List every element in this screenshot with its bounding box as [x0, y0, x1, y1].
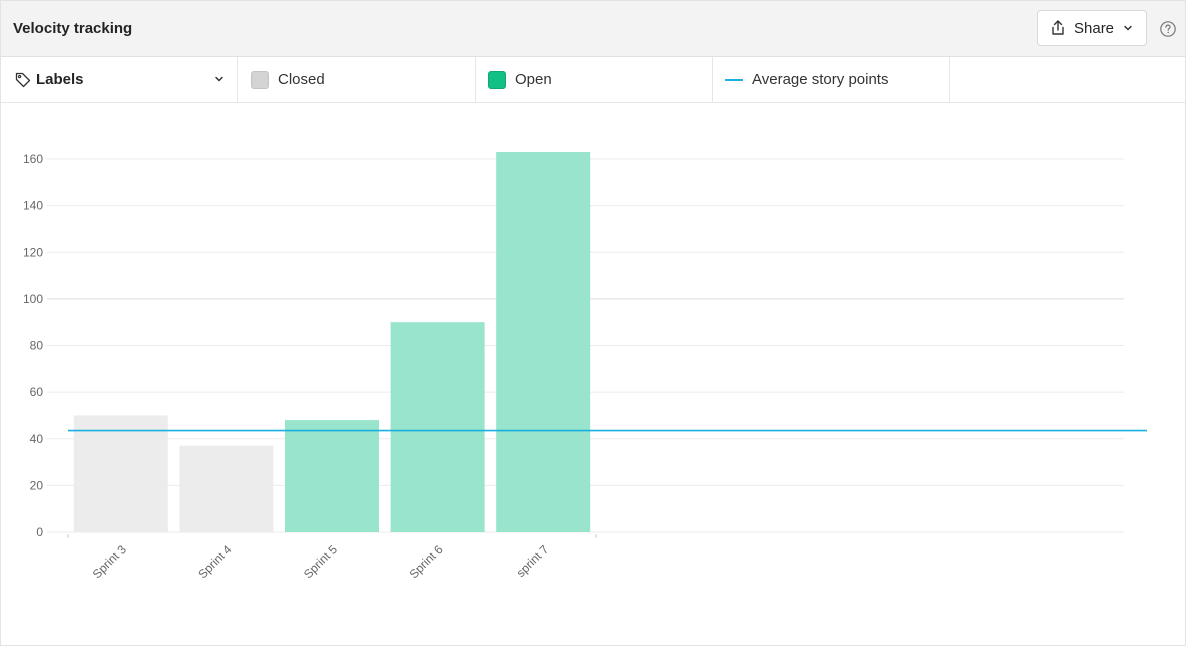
legend-bar: Labels Closed Open Average story points	[1, 57, 1185, 103]
y-tick-label: 80	[30, 339, 44, 353]
legend-item-closed[interactable]: Closed	[239, 57, 476, 102]
y-tick-label: 120	[23, 245, 43, 259]
share-icon	[1050, 20, 1066, 36]
y-tick-label: 160	[23, 152, 43, 166]
closed-swatch	[251, 70, 269, 89]
open-swatch	[488, 70, 506, 89]
legend-item-average[interactable]: Average story points	[713, 57, 950, 102]
legend-label-open: Open	[515, 71, 552, 88]
average-line-swatch	[725, 78, 743, 81]
legend-label-closed: Closed	[278, 71, 325, 88]
y-tick-label: 140	[23, 199, 43, 213]
velocity-chart: 0 20 40 60 80 100 120 140 160 Sprint 3 Sprint 4 Spr…	[23, 152, 1147, 581]
x-tick-label: Sprint 5	[301, 542, 340, 581]
x-tick-label: Sprint 6	[407, 542, 446, 581]
y-tick-label: 60	[30, 385, 44, 399]
bar-closed	[73, 415, 168, 532]
legend-item-open[interactable]: Open	[476, 57, 713, 102]
velocity-tracking-widget: Velocity tracking Share Labels Closed Op…	[0, 0, 1186, 646]
legend-label-average: Average story points	[752, 71, 889, 88]
y-tick-label: 40	[30, 432, 44, 446]
widget-header: Velocity tracking Share	[1, 1, 1185, 57]
share-button-label: Share	[1074, 19, 1115, 37]
y-tick-label: 100	[23, 292, 43, 306]
share-button[interactable]: Share	[1037, 10, 1147, 46]
bar-closed	[179, 445, 274, 532]
help-icon[interactable]	[1159, 20, 1177, 38]
bar-open	[496, 152, 591, 532]
y-tick-label: 0	[36, 525, 43, 539]
tag-icon	[14, 71, 32, 89]
x-tick-label: Sprint 4	[195, 542, 234, 581]
y-tick-label: 20	[30, 478, 44, 492]
labels-dropdown[interactable]: Labels	[1, 57, 238, 102]
x-tick-label: Sprint 3	[90, 542, 129, 581]
bar-open	[390, 322, 485, 532]
bar-open	[285, 420, 379, 532]
chart-area: 0 20 40 60 80 100 120 140 160 Sprint 3 Sprint 4 Spr…	[1, 104, 1185, 644]
chevron-down-icon	[213, 73, 225, 85]
x-tick-label: sprint 7	[514, 542, 552, 580]
labels-dropdown-label: Labels	[36, 71, 84, 88]
widget-title: Velocity tracking	[13, 20, 133, 37]
chevron-down-icon	[1122, 22, 1134, 34]
